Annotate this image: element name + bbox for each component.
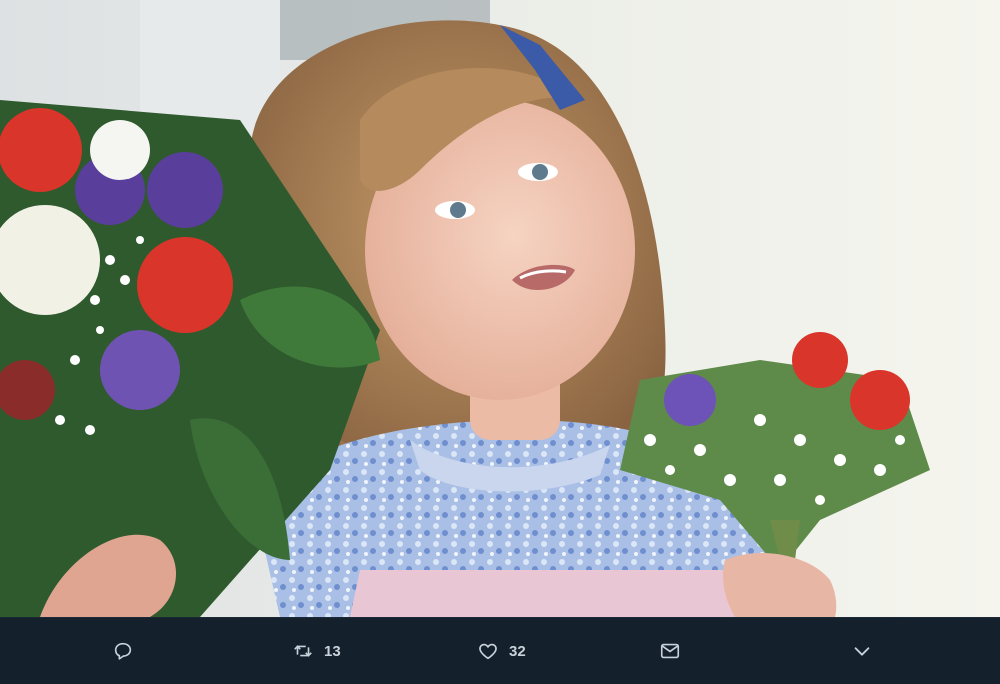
tweet-action-bar: 13 32 <box>0 617 1000 683</box>
photo-illustration <box>0 0 1000 617</box>
like-count: 32 <box>509 642 526 660</box>
retweet-button[interactable]: 13 <box>292 618 341 684</box>
heart-icon <box>479 643 497 660</box>
reply-icon <box>114 642 132 660</box>
tweet-card: 13 32 <box>0 0 1000 683</box>
chevron-down-icon <box>854 647 870 656</box>
reply-button[interactable] <box>112 618 134 684</box>
more-options-button[interactable] <box>851 618 873 684</box>
direct-message-button[interactable] <box>659 618 681 684</box>
envelope-icon <box>660 643 680 659</box>
retweet-count: 13 <box>324 642 341 660</box>
retweet-icon <box>294 645 312 657</box>
tweet-photo[interactable] <box>0 0 1000 617</box>
like-button[interactable]: 32 <box>477 618 526 684</box>
